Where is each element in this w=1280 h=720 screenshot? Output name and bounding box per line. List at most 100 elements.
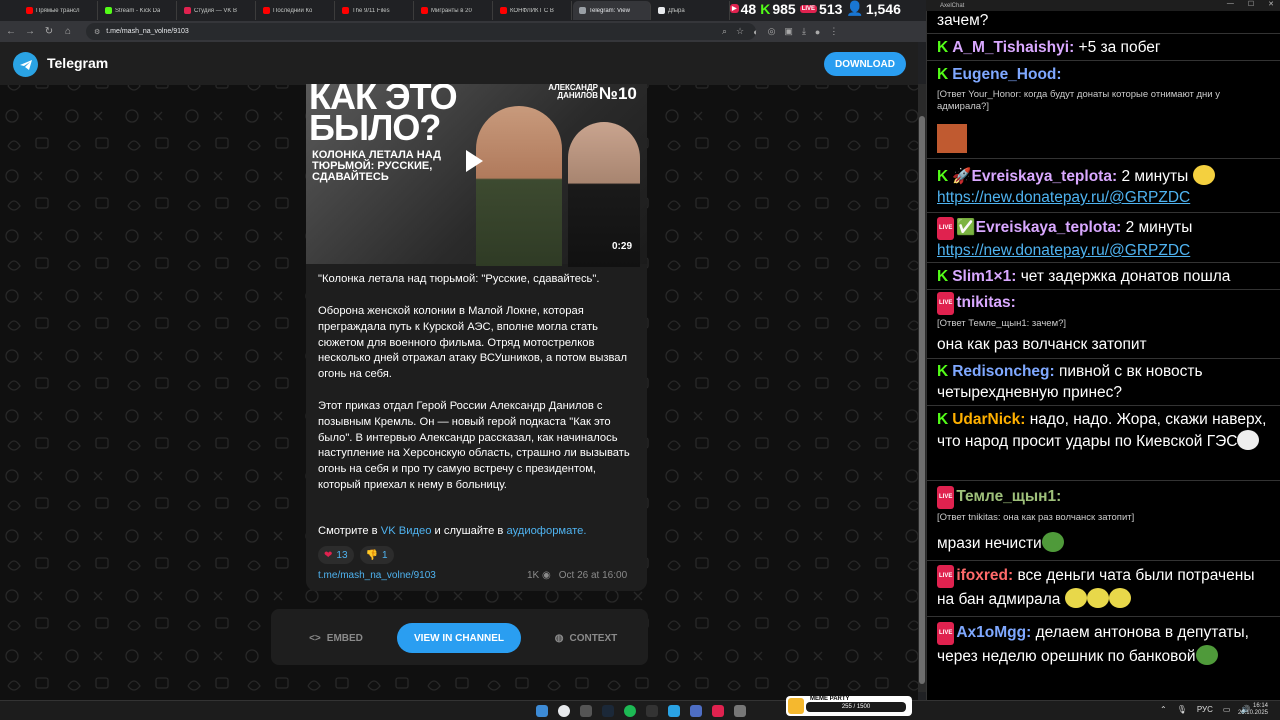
windows-taskbar: ⌃ 🎙 РУС ▭ 🔊 16:14 26.10.2025 xyxy=(0,700,1280,720)
app-icon[interactable] xyxy=(734,705,746,717)
chat-message: LIVE Ax1oMgg: делаем антонова в депутаты,… xyxy=(937,622,1249,665)
chat-message: мрази нечисти xyxy=(937,532,1267,554)
post-paragraph: Этот приказ отдал Герой России Александр… xyxy=(318,400,630,491)
chevron-up-icon[interactable]: ⌃ xyxy=(1160,705,1167,714)
reload-icon[interactable]: ↻ xyxy=(44,26,54,37)
address-bar[interactable]: ⚙ t.me/mash_na_volne/9103 xyxy=(86,23,756,40)
tab-active[interactable]: Telegram: View xyxy=(573,1,651,20)
kick-stat: K 985 xyxy=(760,0,796,17)
telegram-brand: Telegram xyxy=(47,55,109,71)
tab[interactable]: КОНФЛИКТ С В xyxy=(494,1,572,20)
thumb-down-icon: 👎 xyxy=(365,549,378,561)
reaction-heart[interactable]: ❤ 13 xyxy=(318,546,354,564)
vk-live-icon: LIVE xyxy=(937,486,955,509)
post-headline: "Колонка летала над тюрьмой: "Русские, с… xyxy=(318,273,600,285)
extension-icon[interactable]: ◎ xyxy=(768,26,776,37)
viewers-stat: ▶ 48 xyxy=(730,0,757,17)
chrome-icon[interactable] xyxy=(558,705,570,717)
mic-icon[interactable]: 🎙 xyxy=(1177,705,1187,714)
chat-message: K Redisoncheg: пивной с вк новость четыре… xyxy=(937,363,1203,401)
minimize-icon[interactable]: — xyxy=(1227,0,1234,8)
language-indicator[interactable]: РУС xyxy=(1197,705,1213,714)
steam-icon[interactable] xyxy=(602,705,614,717)
meme-party-widget: MEME PARTY 255 / 1500 xyxy=(786,696,912,716)
site-info-icon[interactable]: ⚙ xyxy=(94,28,100,36)
video-duration: 0:29 xyxy=(612,241,633,252)
explorer-icon[interactable] xyxy=(580,705,592,717)
tab[interactable]: Дfыра xyxy=(652,1,730,20)
vk-live-icon: LIVE xyxy=(937,292,955,315)
home-icon[interactable]: ⌂ xyxy=(63,26,73,37)
tab[interactable]: Последний Ко xyxy=(257,1,335,20)
axelchat-icon[interactable] xyxy=(712,705,724,717)
tab[interactable]: Прямые трансл xyxy=(20,1,98,20)
followers-stat: 👤 1,546 xyxy=(846,0,901,17)
chat-reply: [Ответ Темле_щын1: зачем?] xyxy=(937,318,1067,329)
rocket-icon: 🚀 xyxy=(952,168,972,185)
scrollbar-thumb[interactable] xyxy=(919,116,925,684)
bookmark-star-icon[interactable]: ☆ xyxy=(736,26,744,37)
extension-icon[interactable]: ◐ xyxy=(753,27,758,37)
tab[interactable]: Студия — VK В xyxy=(178,1,256,20)
vk-icon xyxy=(184,7,191,14)
back-icon[interactable]: ← xyxy=(6,26,16,37)
kick-icon: K xyxy=(937,168,949,185)
app-icon[interactable] xyxy=(690,705,702,717)
post-watch-line: Смотрите в VK Видео и слушайте в аудиофо… xyxy=(318,525,587,537)
chat-message: K A_M_Tishaishyi: +5 за побег xyxy=(937,39,1161,56)
youtube-icon xyxy=(500,7,507,14)
telegram-icon[interactable] xyxy=(668,705,680,717)
forward-icon[interactable]: → xyxy=(25,26,35,37)
download-button[interactable]: DOWNLOAD xyxy=(824,52,906,76)
kick-icon: K xyxy=(760,0,771,17)
divider xyxy=(926,480,1280,481)
network-icon[interactable]: ▭ xyxy=(1223,705,1231,714)
reactions: ❤ 13 👎 1 xyxy=(318,546,394,564)
post-link[interactable]: t.me/mash_na_volne/9103 xyxy=(318,570,436,581)
chat-message: K Eugene_Hood: xyxy=(937,66,1062,83)
vk-video-link[interactable]: VK Видео xyxy=(381,525,432,537)
telegram-logo-icon xyxy=(13,52,38,77)
divider xyxy=(926,158,1280,159)
emote-icon xyxy=(1064,588,1087,608)
menu-icon[interactable]: ⋮ xyxy=(829,26,838,37)
clock[interactable]: 16:14 26.10.2025 xyxy=(1238,703,1268,717)
emote-icon xyxy=(1041,532,1064,552)
tab[interactable]: Мигранты в 20 xyxy=(415,1,493,20)
chat-message: LIVE ifoxred: все деньги чата были потрач… xyxy=(937,565,1255,608)
divider xyxy=(926,560,1280,561)
reaction-thumb-down[interactable]: 👎 1 xyxy=(359,546,394,564)
heart-icon: ❤ xyxy=(324,549,333,561)
emote-icon xyxy=(1086,588,1109,608)
emote-image xyxy=(937,124,967,153)
search-icon[interactable]: ⌕ xyxy=(722,26,727,37)
play-icon[interactable] xyxy=(466,150,483,172)
obs-icon[interactable] xyxy=(646,705,658,717)
meme-party-logo-icon xyxy=(788,698,804,714)
meme-party-progress: 255 / 1500 xyxy=(806,702,906,712)
audio-link[interactable]: аудиоформате. xyxy=(506,525,586,537)
tab[interactable]: The 9/11 Files xyxy=(336,1,414,20)
profile-icon[interactable]: ● xyxy=(815,27,820,37)
spotify-icon[interactable] xyxy=(624,705,636,717)
tab[interactable]: Stream - Kick Da xyxy=(99,1,177,20)
kick-icon: K xyxy=(937,363,949,380)
chat-message: K 🚀Evreiskaya_teplota: 2 минуты https://n… xyxy=(937,165,1267,208)
youtube-icon xyxy=(26,7,33,14)
divider xyxy=(926,33,1280,34)
close-icon[interactable]: ✕ xyxy=(1268,0,1274,8)
emote-icon xyxy=(1192,165,1215,185)
start-icon[interactable] xyxy=(536,705,548,717)
video-player[interactable]: КАК ЭТО БЫЛО? КОЛОНКА ЛЕТАЛА НАД ТЮРЬМОЙ… xyxy=(306,84,647,267)
maximize-icon[interactable]: ☐ xyxy=(1248,0,1254,8)
download-icon[interactable]: ⤓ xyxy=(802,26,806,37)
kick-icon: K xyxy=(937,411,949,428)
context-button[interactable]: ◍ CONTEXT xyxy=(547,623,625,653)
vk-live-icon: LIVE xyxy=(937,565,955,588)
embed-button[interactable]: <> EMBED xyxy=(301,623,371,653)
views-count: 1K ◉ xyxy=(527,570,551,581)
page-icon xyxy=(658,7,665,14)
puzzle-icon[interactable]: ▣ xyxy=(784,26,793,37)
code-icon: <> xyxy=(309,632,321,644)
view-in-channel-button[interactable]: VIEW IN CHANNEL xyxy=(397,623,521,653)
